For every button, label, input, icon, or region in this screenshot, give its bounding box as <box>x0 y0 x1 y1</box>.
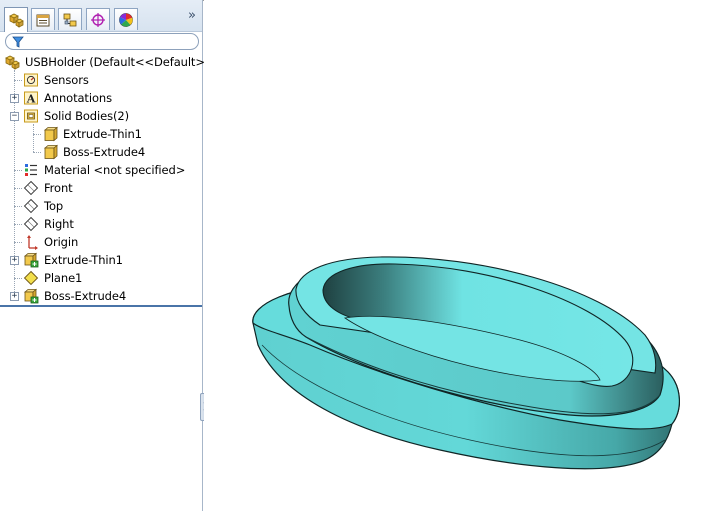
configuration-manager-icon <box>63 13 77 26</box>
tab-property-manager[interactable] <box>31 8 55 30</box>
tree-item-label: Extrude-Thin1 <box>63 127 142 141</box>
graphics-area[interactable] <box>204 0 711 511</box>
solid-bodies-folder-icon <box>23 108 39 124</box>
plane-icon <box>23 216 39 232</box>
tree-item-part-root[interactable]: USBHolder (Default<<Default>_I <box>4 53 214 71</box>
solid-body-icon <box>42 144 58 160</box>
tree-item-plane1[interactable]: Plane1 <box>23 269 82 287</box>
feature-manager-panel: » + − + + USBHolder (Default<<Default>_I… <box>0 0 214 511</box>
material-icon <box>23 162 39 178</box>
tree-item-label: Top <box>44 199 64 213</box>
tree-connector <box>33 134 41 135</box>
tree-item-label: Boss-Extrude4 <box>44 289 127 303</box>
tree-item-label: Sensors <box>44 73 89 87</box>
tab-configuration-manager[interactable] <box>58 8 82 30</box>
tree-item-boss-extrude4[interactable]: Boss-Extrude4 <box>23 287 126 305</box>
tree-item-label: Front <box>44 181 73 195</box>
tree-connector <box>33 152 41 153</box>
tree-item-sensors[interactable]: Sensors <box>23 71 89 89</box>
tree-item-label: Boss-Extrude4 <box>63 145 146 159</box>
tree-item-solid-bodies[interactable]: Solid Bodies(2) <box>23 107 129 125</box>
tree-item-label: Plane1 <box>44 271 83 285</box>
svg-text:A: A <box>26 93 36 106</box>
tree-item-annotations[interactable]: A Annotations <box>23 89 112 107</box>
tree-item-label: Extrude-Thin1 <box>44 253 123 267</box>
filter-icon <box>12 36 24 48</box>
tree-item-label: Annotations <box>44 91 112 105</box>
tree-item-extrude-thin1[interactable]: Extrude-Thin1 <box>23 251 123 269</box>
expand-extrude-thin1-toggle[interactable]: + <box>10 256 19 265</box>
tree-connector <box>14 188 22 189</box>
plane-icon <box>23 180 39 196</box>
expand-annotations-toggle[interactable]: + <box>10 94 19 103</box>
tree-connector <box>33 124 34 152</box>
tree-item-material[interactable]: Material <not specified> <box>23 161 185 179</box>
part-icon <box>4 54 20 70</box>
tree-connector <box>14 170 22 171</box>
tree-connector <box>14 242 22 243</box>
tree-item-origin[interactable]: Origin <box>23 233 78 251</box>
tree-filter-input[interactable] <box>5 33 199 50</box>
tree-item-label: Right <box>44 217 74 231</box>
solidworks-window: » + − + + USBHolder (Default<<Default>_I… <box>0 0 711 511</box>
tree-item-label: Material <not specified> <box>44 163 186 177</box>
tree-connector <box>14 206 22 207</box>
tree-item-front-plane[interactable]: Front <box>23 179 73 197</box>
panel-divider[interactable] <box>0 305 202 307</box>
tree-item-body-boss-extrude4[interactable]: Boss-Extrude4 <box>42 143 145 161</box>
sensors-icon <box>23 72 39 88</box>
tree-connector <box>14 80 22 81</box>
tab-feature-manager[interactable] <box>4 7 28 32</box>
tree-root-label: USBHolder (Default<<Default>_I <box>25 55 214 69</box>
extrude-feature-icon <box>23 288 39 304</box>
expand-boss-extrude4-toggle[interactable]: + <box>10 292 19 301</box>
tree-item-top-plane[interactable]: Top <box>23 197 63 215</box>
property-manager-icon <box>36 14 50 26</box>
panel-tab-bar: » <box>0 0 202 32</box>
dimxpert-icon <box>91 12 105 27</box>
plane-icon <box>23 198 39 214</box>
more-tabs-button[interactable]: » <box>188 9 196 23</box>
part-model-view[interactable] <box>204 0 711 511</box>
annotations-icon: A <box>23 90 39 106</box>
tree-connector <box>14 224 22 225</box>
tab-display-manager[interactable] <box>114 8 138 30</box>
collapse-solid-bodies-toggle[interactable]: − <box>10 112 19 121</box>
tree-item-right-plane[interactable]: Right <box>23 215 74 233</box>
tab-dimxpert-manager[interactable] <box>86 8 110 30</box>
feature-manager-icon <box>9 13 24 28</box>
origin-icon <box>23 234 39 250</box>
tree-item-label: Origin <box>44 235 79 249</box>
tree-item-label: Solid Bodies(2) <box>44 109 129 123</box>
tree-connector <box>14 278 22 279</box>
solid-body-icon <box>42 126 58 142</box>
plane-icon <box>23 270 39 286</box>
tree-item-body-extrude-thin1[interactable]: Extrude-Thin1 <box>42 125 142 143</box>
extrude-feature-icon <box>23 252 39 268</box>
display-manager-icon <box>119 12 133 27</box>
